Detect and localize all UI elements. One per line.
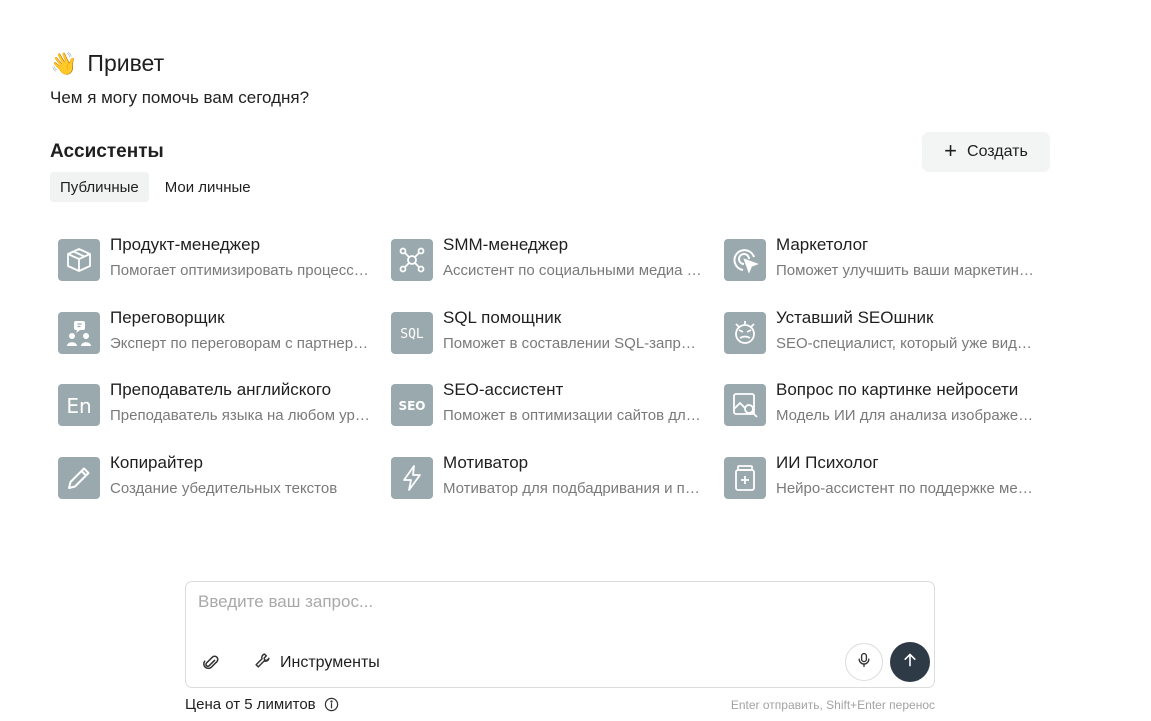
- assistant-card-motivator[interactable]: Мотиватор Мотиватор для подбадривания и …: [391, 450, 724, 523]
- lightning-icon: [391, 456, 433, 499]
- assistant-title: Переговорщик: [110, 307, 225, 327]
- assistant-title: Уставший SEOшник: [776, 307, 934, 327]
- assistant-desc: Эксперт по переговорам с партнерами и кл…: [110, 334, 370, 352]
- tab-my-private[interactable]: Мои личные: [155, 172, 261, 202]
- assistant-desc: Мотиватор для подбадривания и поддержки: [443, 479, 703, 497]
- assistant-card-english-teacher[interactable]: En Преподаватель английского Преподавате…: [58, 377, 391, 450]
- assistant-desc: Поможет в составлении SQL-запросов: [443, 334, 703, 352]
- assistant-title: Маркетолог: [776, 235, 869, 254]
- price-label: Цена от 5 лимитов: [185, 696, 316, 713]
- tools-button[interactable]: Инструменты: [254, 650, 380, 676]
- assistant-tabs: Публичные Мои личные: [50, 172, 261, 202]
- assistant-title: Мотиватор: [443, 452, 529, 472]
- seo-icon: SEO: [391, 384, 433, 426]
- microphone-button[interactable]: [845, 643, 883, 681]
- box-icon: [58, 239, 100, 281]
- wrench-icon: [254, 652, 271, 674]
- assistants-grid: Продукт-менеджер Помогает оптимизировать…: [58, 232, 1058, 522]
- assistant-desc: Преподаватель языка на любом уровне: [110, 407, 370, 424]
- prompt-input[interactable]: [198, 592, 898, 612]
- assistant-card-copywriter[interactable]: Копирайтер Создание убедительных текстов: [58, 450, 391, 523]
- send-button[interactable]: [890, 642, 930, 682]
- assistants-title: Ассистенты: [50, 141, 164, 162]
- people-chat-icon: [58, 311, 100, 354]
- assistant-desc: Нейро-ассистент по поддержке ментального…: [776, 479, 1036, 497]
- assistant-desc: Создание убедительных текстов: [110, 479, 338, 497]
- tools-label: Инструменты: [280, 654, 380, 671]
- assistant-card-ai-psychologist[interactable]: ИИ Психолог Нейро-ассистент по поддержке…: [724, 450, 1057, 523]
- assistant-card-tired-seo[interactable]: Уставший SEOшник SEO-специалист, который…: [724, 305, 1057, 378]
- info-icon[interactable]: [324, 697, 339, 712]
- greeting-subtitle: Чем я могу помочь вам сегодня?: [50, 88, 310, 107]
- assistant-title: SQL помощник: [443, 307, 562, 327]
- assistant-card-smm-manager[interactable]: SMM-менеджер Ассистент по социальными ме…: [391, 232, 724, 305]
- svg-text:SEO: SEO: [398, 399, 425, 413]
- assistant-title: SMM-менеджер: [443, 235, 569, 254]
- assistant-title: SEO-ассистент: [443, 380, 564, 399]
- plus-icon: +: [944, 138, 958, 163]
- paperclip-icon[interactable]: [200, 652, 222, 674]
- assistant-title: ИИ Психолог: [776, 452, 879, 472]
- assistant-desc: Модель ИИ для анализа изображений: [776, 407, 1036, 424]
- assistant-desc: SEO-специалист, который уже видел всё: [776, 334, 1036, 352]
- image-search-icon: [724, 384, 766, 426]
- assistant-desc: Поможет улучшить ваши маркетинговые стра…: [776, 262, 1036, 279]
- assistant-card-product-manager[interactable]: Продукт-менеджер Помогает оптимизировать…: [58, 232, 391, 305]
- assistant-title: Продукт-менеджер: [110, 235, 261, 254]
- pencil-icon: [58, 456, 100, 499]
- assistant-card-image-question[interactable]: Вопрос по картинке нейросети Модель ИИ д…: [724, 377, 1057, 450]
- waving-hand-icon: 👋: [50, 50, 78, 76]
- assistant-desc: Помогает оптимизировать процессы разрабо…: [110, 262, 370, 279]
- en-icon: En: [58, 384, 100, 426]
- assistant-card-seo-assistant[interactable]: SEO SEO-ассистент Поможет в оптимизации …: [391, 377, 724, 450]
- assistant-desc: Поможет в оптимизации сайтов для поиска: [443, 407, 703, 424]
- app-page: 👋 Привет Чем я могу помочь вам сегодня? …: [0, 0, 1151, 721]
- greeting: 👋 Привет: [50, 50, 164, 77]
- price-info: Цена от 5 лимитов: [185, 696, 339, 713]
- assistant-title: Копирайтер: [110, 452, 203, 472]
- target-cursor-icon: [724, 239, 766, 281]
- assistant-title: Преподаватель английского: [110, 380, 332, 399]
- arrow-up-icon: [902, 652, 918, 673]
- greeting-title: Привет: [87, 50, 165, 76]
- medicine-jar-icon: [724, 456, 766, 499]
- network-icon: [391, 239, 433, 281]
- create-assistant-button[interactable]: + Создать: [922, 132, 1050, 172]
- microphone-icon: [856, 652, 872, 673]
- assistant-card-marketer[interactable]: Маркетолог Поможет улучшить ваши маркети…: [724, 232, 1057, 305]
- assistant-desc: Ассистент по социальными медиа и продвиж…: [443, 262, 703, 279]
- svg-text:En: En: [66, 394, 91, 418]
- svg-text:SQL: SQL: [400, 327, 424, 342]
- assistant-card-negotiator[interactable]: Переговорщик Эксперт по переговорам с па…: [58, 305, 391, 378]
- keyboard-hint: Enter отправить, Shift+Enter перенос: [730, 698, 935, 712]
- prompt-composer: Инструменты: [185, 581, 935, 688]
- tired-face-icon: [724, 311, 766, 354]
- assistant-title: Вопрос по картинке нейросети: [776, 380, 1019, 399]
- assistant-card-sql-helper[interactable]: SQL SQL помощник Поможет в составлении S…: [391, 305, 724, 378]
- create-label: Создать: [967, 143, 1028, 160]
- sql-icon: SQL: [391, 311, 433, 354]
- tab-public[interactable]: Публичные: [50, 172, 149, 202]
